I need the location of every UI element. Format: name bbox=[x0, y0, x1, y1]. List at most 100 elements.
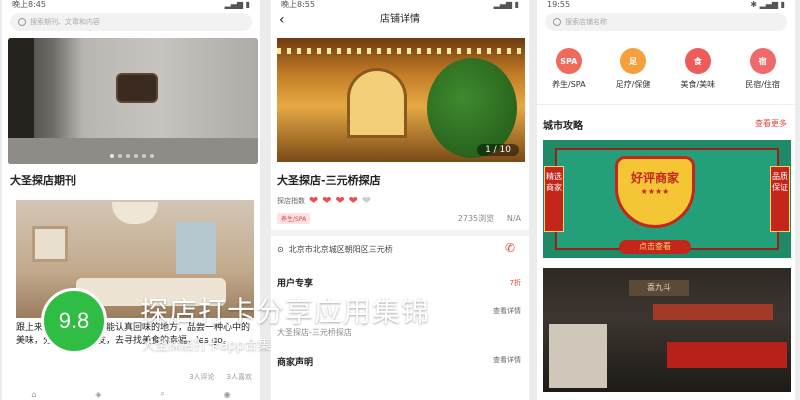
carousel-dot[interactable] bbox=[118, 154, 122, 158]
address-row[interactable]: ⊙ 北京市北京城区朝阳区三元桥 bbox=[277, 244, 393, 255]
carousel-dot[interactable] bbox=[150, 154, 154, 158]
heart-icon: ❤ bbox=[322, 194, 332, 207]
doorway-shape bbox=[347, 68, 407, 138]
restaurant-sign: 喜九斗 bbox=[629, 280, 689, 296]
address-text: 北京市北京城区朝阳区三元桥 bbox=[288, 245, 393, 254]
rating-row: 探店指数 ❤ ❤ ❤ ❤ ❤ bbox=[277, 194, 371, 207]
phone-shop-detail: 晚上8:55 ▂▄▆ ▮ ‹ 店铺详情 1 / 10 大圣探店-三元桥探店 探店… bbox=[271, 0, 529, 400]
search-input[interactable]: 搜索店铺名称 bbox=[545, 13, 787, 31]
restaurant-photo[interactable]: 喜九斗 bbox=[543, 268, 791, 392]
carousel-dot[interactable] bbox=[126, 154, 130, 158]
back-arrow-icon[interactable]: ‹ bbox=[279, 10, 285, 30]
heart-empty-icon: ❤ bbox=[361, 194, 372, 207]
spa-icon: SPA bbox=[555, 48, 582, 74]
featured-merchant-banner[interactable]: 精选商家 品质保证 好评商家 ★★★★ 点击查看 bbox=[543, 140, 791, 258]
score-badge: 9.8 bbox=[41, 288, 107, 354]
floor-shape bbox=[8, 138, 258, 164]
tab-bar: ⌂ ◈ ⌕ ◉ bbox=[2, 388, 260, 400]
red-awning bbox=[667, 342, 787, 368]
search-input[interactable]: 搜索期刊、文章和内容 bbox=[10, 13, 252, 31]
menu-board bbox=[653, 304, 773, 320]
category-label: 足疗/保健 bbox=[615, 80, 651, 89]
status-icons: ▂▄▆ ▮ bbox=[493, 0, 519, 9]
menu-display bbox=[549, 324, 607, 388]
phone-call-icon[interactable]: ✆ bbox=[505, 241, 515, 255]
detail-link[interactable]: 查看详情 bbox=[493, 355, 521, 365]
section-user-exclusive: 用户专享 bbox=[277, 279, 314, 289]
category-label: 民宿/住宿 bbox=[745, 80, 780, 89]
search-placeholder: 搜索店铺名称 bbox=[565, 18, 607, 26]
status-time: 19:55 bbox=[547, 0, 571, 9]
status-time: 晚上8:45 bbox=[12, 0, 46, 9]
heart-icon: ❤ bbox=[335, 194, 345, 207]
views-distance: 2735浏览 N/A bbox=[458, 213, 521, 224]
ceiling-lights bbox=[277, 48, 525, 54]
nav-bar: ‹ 店铺详情 bbox=[271, 10, 529, 32]
phone-city-guide: 19:55 ✱ ▂▄▆ ▮ 搜索店铺名称 SPA 养生/SPA 足 足疗/保健 … bbox=[537, 0, 795, 400]
rating-label: 探店指数 bbox=[277, 196, 305, 205]
category-food[interactable]: 食 美食/美味 bbox=[680, 48, 715, 90]
shop-name: 大圣探店-三元桥探店 bbox=[277, 174, 381, 187]
distance: N/A bbox=[506, 214, 521, 223]
guide-title: 城市攻略 bbox=[543, 121, 583, 132]
divider bbox=[537, 104, 795, 105]
wall-art bbox=[116, 73, 158, 103]
status-time: 晚上8:55 bbox=[281, 0, 315, 9]
carousel-dot[interactable] bbox=[134, 154, 138, 158]
lodging-icon: 宿 bbox=[749, 48, 776, 74]
category-spa[interactable]: SPA 养生/SPA bbox=[552, 48, 586, 90]
like-count[interactable]: 3人喜欢 bbox=[227, 372, 252, 382]
category-lodging[interactable]: 宿 民宿/住宿 bbox=[745, 48, 780, 90]
painting-shape bbox=[32, 226, 68, 262]
status-icons: ✱ ▂▄▆ ▮ bbox=[750, 0, 785, 9]
section-title: 大圣探店期刊 bbox=[10, 174, 76, 187]
image-counter: 1 / 10 bbox=[477, 144, 519, 156]
detail-link[interactable]: 查看详情 bbox=[493, 306, 521, 316]
status-icons: ▂▄▆ ▮ bbox=[224, 0, 250, 9]
search-placeholder: 搜索期刊、文章和内容 bbox=[30, 18, 100, 26]
carousel-dot[interactable] bbox=[110, 154, 114, 158]
shop-photo[interactable]: 1 / 10 bbox=[277, 38, 525, 162]
section-merchant-statement: 商家声明 bbox=[277, 358, 314, 368]
overlay-subtitle: 大圣探店打卡app合集 bbox=[142, 338, 271, 353]
tab-discover-icon[interactable]: ◈ bbox=[95, 390, 101, 399]
heart-icon: ❤ bbox=[309, 194, 319, 207]
tab-profile-icon[interactable]: ◉ bbox=[224, 390, 231, 399]
overlay-title: 探店打卡分享应用集锦 bbox=[140, 295, 431, 328]
tab-home-icon[interactable]: ⌂ bbox=[31, 390, 36, 399]
carousel-dots[interactable] bbox=[110, 154, 154, 158]
plant-shape bbox=[427, 58, 517, 158]
tab-search-icon[interactable]: ⌕ bbox=[160, 389, 164, 399]
discount-badge: 7折 bbox=[509, 279, 521, 287]
banner-right-label: 品质保证 bbox=[770, 166, 790, 232]
carousel-dot[interactable] bbox=[142, 154, 146, 158]
banner-left-label: 精选商家 bbox=[544, 166, 564, 232]
journal-cover-image[interactable] bbox=[8, 38, 258, 164]
category-label: 美食/美味 bbox=[680, 80, 716, 89]
banner-main-text: 好评商家 bbox=[630, 171, 679, 185]
nav-title: 店铺详情 bbox=[380, 14, 420, 25]
category-foot-massage[interactable]: 足 足疗/保健 bbox=[615, 48, 651, 90]
article-meta: 3人评论 3人喜欢 bbox=[16, 372, 252, 382]
search-icon bbox=[18, 18, 26, 26]
banner-cta-button[interactable]: 点击查看 bbox=[619, 240, 691, 254]
star-icons: ★★★★ bbox=[640, 187, 670, 196]
category-tag: 养生/SPA bbox=[277, 213, 311, 224]
search-icon bbox=[553, 18, 561, 26]
view-count: 2735浏览 bbox=[457, 214, 495, 223]
location-pin-icon: ⊙ bbox=[277, 245, 284, 254]
category-label: 养生/SPA bbox=[552, 80, 586, 89]
heart-icon: ❤ bbox=[348, 194, 358, 207]
see-more-link[interactable]: 查看更多 bbox=[755, 118, 787, 129]
divider bbox=[271, 230, 529, 236]
chandelier-shape bbox=[112, 202, 158, 224]
status-bar: 晚上8:45 ▂▄▆ ▮ bbox=[2, 0, 260, 10]
screenshot-collage: 晚上8:45 ▂▄▆ ▮ 搜索期刊、文章和内容 大圣探店期刊 跟上来！在你离开后… bbox=[0, 0, 800, 400]
foot-icon: 足 bbox=[620, 48, 647, 74]
food-icon: 食 bbox=[684, 48, 711, 74]
comment-count[interactable]: 3人评论 bbox=[189, 372, 214, 382]
status-bar: 晚上8:55 ▂▄▆ ▮ bbox=[271, 0, 529, 10]
window-shape bbox=[176, 222, 216, 274]
category-row: SPA 养生/SPA 足 足疗/保健 食 美食/美味 宿 民宿/住宿 bbox=[537, 48, 795, 90]
status-bar: 19:55 ✱ ▂▄▆ ▮ bbox=[537, 0, 795, 10]
